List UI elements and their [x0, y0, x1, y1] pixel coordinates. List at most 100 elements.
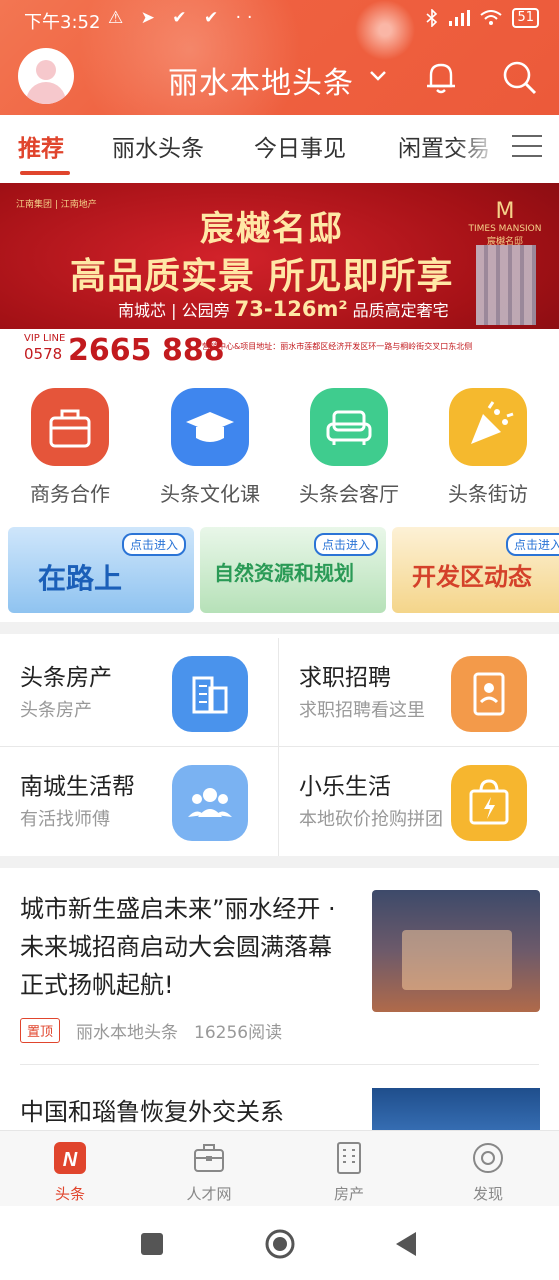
chevron-down-icon[interactable]	[368, 66, 388, 86]
service-subtitle: 求职招聘看这里	[299, 700, 425, 721]
topic-cta: 点击进入	[121, 533, 186, 556]
bluetooth-icon	[426, 9, 438, 27]
status-bar: 下午3:52 ⚠ ➤ ✔ ✔ ·· 51	[24, 6, 539, 36]
quick-business[interactable]: 商务合作	[0, 388, 140, 507]
carousel-dots	[256, 351, 320, 359]
system-navigation-bar	[0, 1206, 559, 1280]
signal-icon	[449, 10, 471, 26]
nav-toutiao[interactable]: N 头条	[30, 1141, 110, 1204]
app-header: 下午3:52 ⚠ ➤ ✔ ✔ ·· 51 丽水本地头条	[0, 0, 559, 115]
bell-icon[interactable]	[422, 58, 460, 96]
region-title[interactable]: 丽水本地头条	[168, 58, 354, 102]
eye-icon	[473, 1143, 503, 1173]
service-title: 小乐生活	[299, 774, 391, 800]
back-icon[interactable]	[394, 1230, 418, 1258]
news-thumbnail	[372, 1088, 540, 1130]
quick-street-interview[interactable]: 头条街访	[418, 388, 558, 507]
topic-text: 在路上	[38, 562, 123, 595]
banner-logo-mark: M	[495, 199, 515, 224]
service-title: 头条房产	[20, 665, 112, 691]
avatar-body	[26, 82, 66, 104]
buildings-icon	[172, 656, 248, 732]
news-divider	[20, 1064, 539, 1065]
battery-icon: 51	[512, 8, 539, 28]
tab-lishui-headlines[interactable]: 丽水头条	[112, 129, 204, 163]
banner-line-c: 品质高定奢宅	[352, 301, 449, 320]
service-title: 求职招聘	[299, 665, 391, 691]
service-housing[interactable]: 头条房产 头条房产	[0, 638, 279, 747]
carousel-dot	[298, 351, 306, 359]
home-icon[interactable]	[264, 1228, 296, 1260]
wifi-icon	[480, 10, 503, 25]
topic-on-the-road[interactable]: 在路上 点击进入	[8, 527, 194, 613]
carousel-dot	[256, 351, 264, 359]
service-xiaole-life[interactable]: 小乐生活 本地砍价抢购拼团	[279, 747, 558, 856]
recent-apps-icon[interactable]	[140, 1232, 164, 1256]
vip-line-label: VIP LINE	[24, 333, 66, 344]
banner-title: 宸樾名邸	[200, 209, 344, 249]
quick-lounge[interactable]: 头条会客厅	[279, 388, 419, 507]
nav-label: 人才网	[186, 1185, 232, 1203]
lightning-bag-icon	[451, 765, 527, 841]
menu-icon[interactable]	[512, 135, 542, 159]
banner-logo: M TIMES MANSION 宸樾名邸	[468, 199, 542, 247]
svg-text:N: N	[63, 1149, 78, 1171]
thumbnail-building	[402, 930, 512, 990]
briefcase-outline-icon	[194, 1144, 224, 1172]
status-time: 下午3:52	[24, 12, 101, 33]
sofa-icon	[310, 388, 388, 466]
category-tabs: 推荐 丽水头条 今日事见 闲置交易	[0, 115, 559, 179]
banner-brands: 江南集团 | 江南地产	[16, 200, 97, 210]
quick-label: 头条街访	[448, 482, 528, 506]
news-item[interactable]: 中国和瑙鲁恢复外交关系	[0, 1080, 559, 1130]
pinned-badge: 置顶	[20, 1018, 61, 1043]
nav-housing[interactable]: 房产	[309, 1141, 389, 1204]
news-reads: 16256阅读	[194, 1023, 283, 1043]
people-icon	[172, 765, 248, 841]
service-subtitle: 有活找师傅	[20, 809, 110, 830]
tab-fade	[455, 115, 500, 179]
news-item[interactable]: 城市新生盛启未来”丽水经开 · 未来城招商启动大会圆满落幕正式扬帆起航! 置顶 …	[0, 870, 559, 1070]
toutiao-logo-icon: N	[54, 1142, 86, 1174]
building-outline-icon	[337, 1142, 361, 1174]
bottom-navigation: N 头条 人才网 房产 发现	[0, 1130, 559, 1206]
quick-culture-class[interactable]: 头条文化课	[140, 388, 280, 507]
nav-label: 发现	[472, 1185, 503, 1203]
topic-dev-zone[interactable]: 开发区动态 点击进入	[392, 527, 559, 613]
carousel-dot	[270, 351, 278, 359]
nav-label: 房产	[333, 1185, 364, 1203]
service-nancheng-help[interactable]: 南城生活帮 有活找师傅	[0, 747, 279, 856]
carousel-dot	[312, 351, 320, 359]
tab-today[interactable]: 今日事见	[254, 129, 346, 163]
briefcase-icon	[31, 388, 109, 466]
topic-text: 自然资源和规划	[214, 561, 354, 585]
quick-entries: 商务合作 头条文化课 头条会客厅 头条街访	[0, 388, 559, 508]
banner-address: 营销中心&项目地址：丽水市莲都区经济开发区环一路与桐岭街交叉口东北侧	[202, 342, 473, 351]
news-title: 中国和瑙鲁恢复外交关系	[20, 1098, 284, 1126]
banner-subtitle: 高品质实景 所见即所享	[70, 256, 454, 297]
resume-icon	[451, 656, 527, 732]
avatar-head	[36, 60, 56, 80]
service-jobs[interactable]: 求职招聘 求职招聘看这里	[279, 638, 558, 747]
search-icon[interactable]	[500, 58, 538, 96]
party-popper-icon	[449, 388, 527, 466]
news-thumbnail	[372, 890, 540, 1012]
topic-natural-resources[interactable]: 自然资源和规划 点击进入	[200, 527, 386, 613]
service-subtitle: 本地砍价抢购拼团	[299, 809, 443, 830]
service-subtitle: 头条房产	[20, 700, 92, 721]
banner-line: 南城芯 | 公园旁 73-126m² 品质高定奢宅	[118, 297, 449, 321]
active-tab-indicator	[20, 171, 70, 175]
ad-banner[interactable]: 江南集团 | 江南地产 宸樾名邸 高品质实景 所见即所享 南城芯 | 公园旁 7…	[0, 183, 559, 369]
banner-logo-en: TIMES MANSION	[468, 224, 542, 234]
service-grid: 头条房产 头条房产 求职招聘 求职招聘看这里 南城生活帮 有活找师傅 小乐生活 …	[0, 638, 559, 856]
nav-talent[interactable]: 人才网	[169, 1141, 249, 1204]
quick-label: 头条文化课	[160, 482, 260, 506]
nav-label: 头条	[54, 1185, 85, 1203]
quick-label: 头条会客厅	[299, 482, 399, 506]
user-avatar[interactable]	[18, 48, 74, 104]
tab-recommend[interactable]: 推荐	[18, 129, 64, 163]
news-meta: 置顶 丽水本地头条 16256阅读	[20, 1018, 282, 1043]
nav-discover[interactable]: 发现	[448, 1141, 528, 1204]
phone-prefix: 0578	[24, 345, 63, 363]
topic-cta: 点击进入	[505, 533, 559, 556]
